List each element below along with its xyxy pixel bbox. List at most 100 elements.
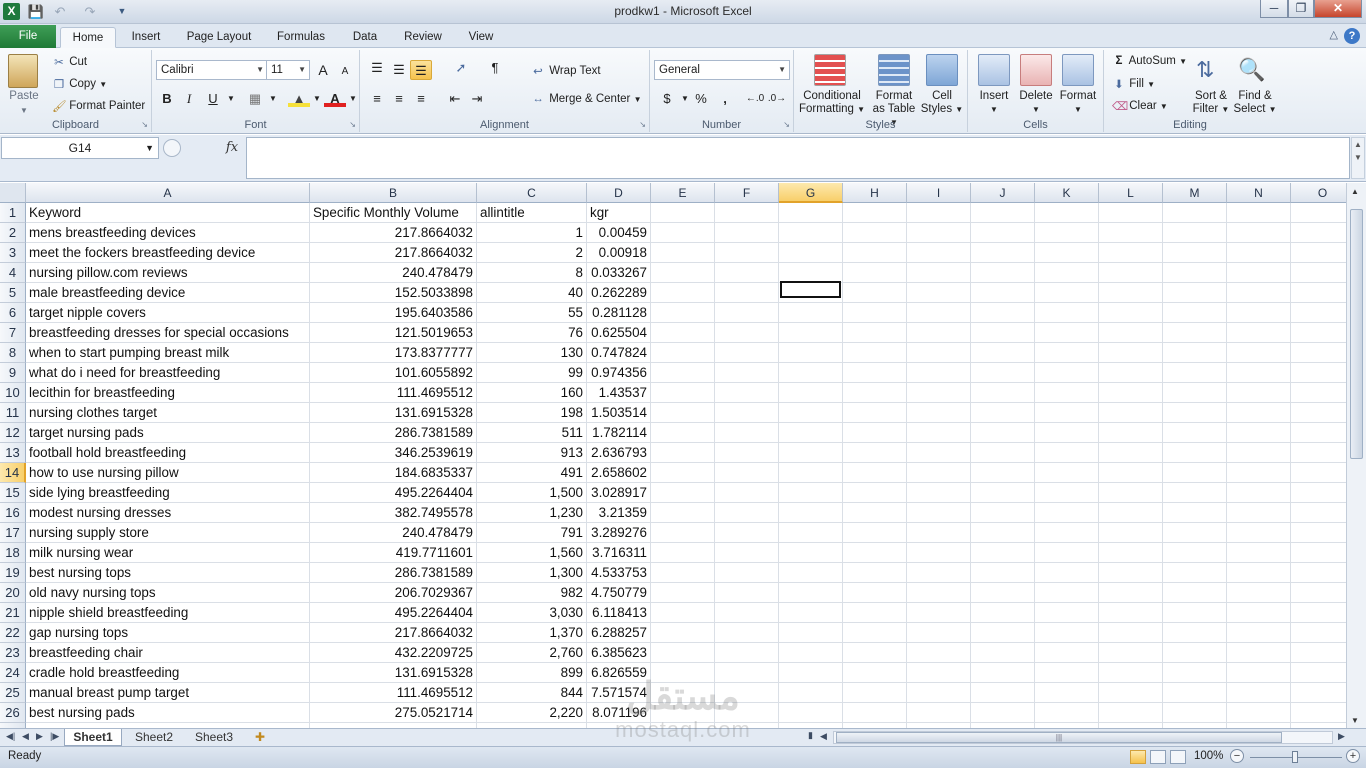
row-header[interactable]: 6 (0, 303, 26, 323)
cell-n13[interactable] (1227, 443, 1291, 463)
cell-n6[interactable] (1227, 303, 1291, 323)
clear-button[interactable]: Clear (1129, 100, 1156, 112)
cell-b18[interactable]: 419.7711601 (310, 543, 477, 563)
cell-k11[interactable] (1035, 403, 1099, 423)
wrap-text-button[interactable]: Wrap Text (549, 65, 600, 77)
cell-i17[interactable] (907, 523, 971, 543)
cell-a22[interactable]: gap nursing tops (26, 623, 310, 643)
cell-c4[interactable]: 8 (477, 263, 587, 283)
cell-j11[interactable] (971, 403, 1035, 423)
cell-g16[interactable] (779, 503, 843, 523)
cell-k15[interactable] (1035, 483, 1099, 503)
cell-j20[interactable] (971, 583, 1035, 603)
cell-o15[interactable] (1291, 483, 1346, 503)
horizontal-scrollbar[interactable]: ||| (833, 731, 1333, 744)
cell-e6[interactable] (651, 303, 715, 323)
sheet-tab-sheet3[interactable]: Sheet3 (186, 729, 242, 746)
cell-f2[interactable] (715, 223, 779, 243)
cut-button[interactable]: Cut (69, 56, 87, 68)
cell-m6[interactable] (1163, 303, 1227, 323)
vertical-scroll-thumb[interactable] (1350, 209, 1363, 459)
sheet-tab-sheet2[interactable]: Sheet2 (126, 729, 182, 746)
cell-o7[interactable] (1291, 323, 1346, 343)
column-header-d[interactable]: D (587, 183, 651, 203)
cell-d6[interactable]: 0.281128 (587, 303, 651, 323)
font-size-dropdown-icon[interactable]: ▼ (298, 61, 306, 79)
cell-d17[interactable]: 3.289276 (587, 523, 651, 543)
cell-k16[interactable] (1035, 503, 1099, 523)
cell-i22[interactable] (907, 623, 971, 643)
cell-b14[interactable]: 184.6835337 (310, 463, 477, 483)
cell-g3[interactable] (779, 243, 843, 263)
cell-m4[interactable] (1163, 263, 1227, 283)
cell-n5[interactable] (1227, 283, 1291, 303)
cell-l12[interactable] (1099, 423, 1163, 443)
cell-g14[interactable] (779, 463, 843, 483)
cell-k21[interactable] (1035, 603, 1099, 623)
grow-font-button[interactable]: A (312, 60, 334, 80)
shrink-font-button[interactable]: A (334, 62, 356, 82)
cell-f11[interactable] (715, 403, 779, 423)
cell-a11[interactable]: nursing clothes target (26, 403, 310, 423)
cell-c2[interactable]: 1 (477, 223, 587, 243)
cell-b26[interactable]: 275.0521714 (310, 703, 477, 723)
cell-f20[interactable] (715, 583, 779, 603)
scroll-left-icon[interactable]: ◀ (820, 731, 827, 742)
cell-m7[interactable] (1163, 323, 1227, 343)
row-header[interactable]: 14 (0, 463, 26, 483)
conditional-formatting-icon[interactable] (814, 54, 846, 86)
insert-sheet-icon[interactable]: ✚ (250, 729, 270, 746)
cell-c12[interactable]: 511 (477, 423, 587, 443)
cell-e11[interactable] (651, 403, 715, 423)
cell-l25[interactable] (1099, 683, 1163, 703)
cell-i12[interactable] (907, 423, 971, 443)
cell-a8[interactable]: when to start pumping breast milk (26, 343, 310, 363)
cell-j13[interactable] (971, 443, 1035, 463)
cell-n8[interactable] (1227, 343, 1291, 363)
cell-l1[interactable] (1099, 203, 1163, 223)
cell-m2[interactable] (1163, 223, 1227, 243)
cell-j15[interactable] (971, 483, 1035, 503)
delete-cells-button[interactable]: Delete ▼ (1014, 90, 1058, 116)
cell-k3[interactable] (1035, 243, 1099, 263)
cell-c6[interactable]: 55 (477, 303, 587, 323)
cell-g18[interactable] (779, 543, 843, 563)
select-all-corner[interactable] (0, 183, 26, 203)
clear-dropdown-icon[interactable]: ▼ (1160, 102, 1168, 111)
cell-g8[interactable] (779, 343, 843, 363)
borders-dropdown-icon[interactable]: ▼ (262, 89, 284, 109)
cell-e8[interactable] (651, 343, 715, 363)
cell-o13[interactable] (1291, 443, 1346, 463)
cell-i7[interactable] (907, 323, 971, 343)
font-name-dropdown-icon[interactable]: ▼ (256, 61, 264, 79)
cell-l22[interactable] (1099, 623, 1163, 643)
cell-e13[interactable] (651, 443, 715, 463)
cell-i3[interactable] (907, 243, 971, 263)
cell-g25[interactable] (779, 683, 843, 703)
cell-m11[interactable] (1163, 403, 1227, 423)
cell-m14[interactable] (1163, 463, 1227, 483)
cell-f4[interactable] (715, 263, 779, 283)
cell-l16[interactable] (1099, 503, 1163, 523)
cell-d15[interactable]: 3.028917 (587, 483, 651, 503)
cell-b4[interactable]: 240.478479 (310, 263, 477, 283)
cell-d8[interactable]: 0.747824 (587, 343, 651, 363)
cell-a12[interactable]: target nursing pads (26, 423, 310, 443)
cell-c22[interactable]: 1,370 (477, 623, 587, 643)
cell-h2[interactable] (843, 223, 907, 243)
cell-e4[interactable] (651, 263, 715, 283)
cell-m1[interactable] (1163, 203, 1227, 223)
percent-button[interactable]: % (690, 89, 712, 109)
tab-data[interactable]: Data (344, 27, 386, 48)
cell-h25[interactable] (843, 683, 907, 703)
cell-e20[interactable] (651, 583, 715, 603)
cell-b7[interactable]: 121.5019653 (310, 323, 477, 343)
insert-cells-icon[interactable] (978, 54, 1010, 86)
name-box-dropdown-icon[interactable]: ▼ (145, 138, 154, 158)
cell-d10[interactable]: 1.43537 (587, 383, 651, 403)
cell-b3[interactable]: 217.8664032 (310, 243, 477, 263)
cell-j6[interactable] (971, 303, 1035, 323)
tab-view[interactable]: View (460, 27, 502, 48)
format-cells-icon[interactable] (1062, 54, 1094, 86)
cell-k5[interactable] (1035, 283, 1099, 303)
